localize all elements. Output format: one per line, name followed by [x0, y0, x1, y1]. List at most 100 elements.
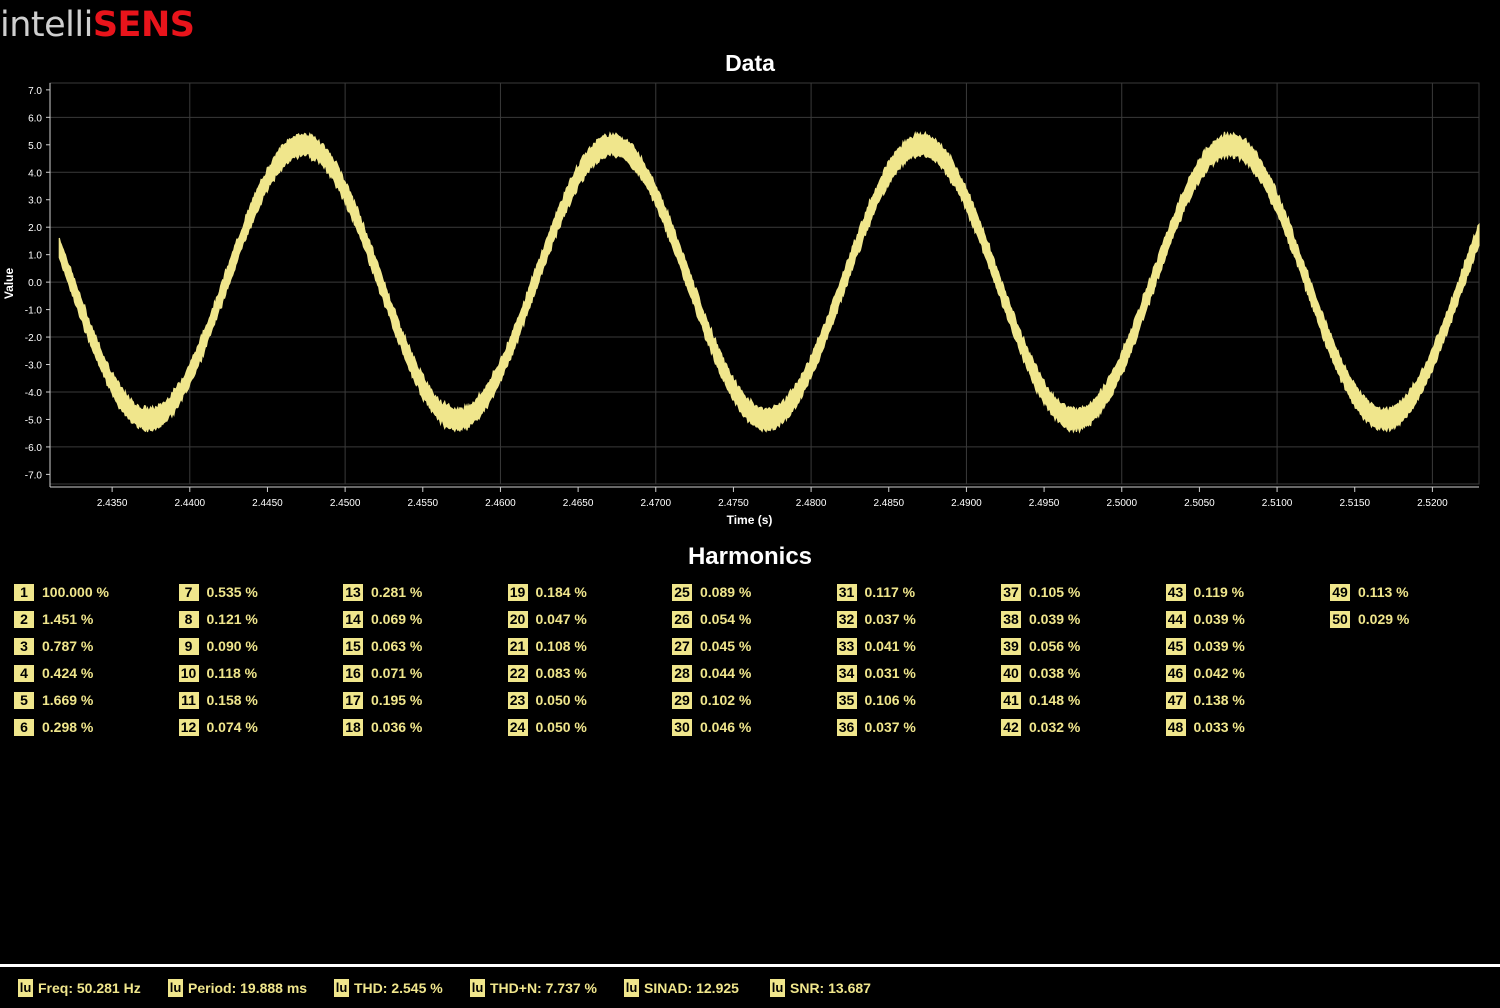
harmonic-value: 0.037 %: [864, 719, 916, 735]
harmonic-item: 19 0.184 %: [507, 582, 587, 602]
harmonic-item: 8 0.121 %: [178, 609, 258, 629]
harmonic-item: 38 0.039 %: [1001, 609, 1080, 629]
harmonic-value: 0.074 %: [206, 719, 258, 735]
measurement-icon: lu: [770, 979, 785, 997]
harmonic-value: 0.113 %: [1358, 584, 1409, 600]
harmonic-item: 23 0.050 %: [507, 690, 587, 710]
harmonic-number-badge: 38: [1001, 610, 1021, 628]
measurement-icon: lu: [470, 979, 485, 997]
harmonic-item: 29 0.102 %: [672, 690, 751, 710]
y-tick-label: -2.0: [25, 333, 43, 344]
harmonic-number-badge: 34: [836, 664, 857, 682]
harmonic-item: 48 0.033 %: [1165, 717, 1245, 737]
status-value: THD+N: 7.737 %: [490, 980, 597, 996]
measurement-icon: lu: [334, 979, 349, 997]
harmonic-number-badge: 13: [343, 583, 363, 601]
harmonic-number-badge: 46: [1165, 664, 1186, 682]
harmonic-value: 0.195 %: [371, 692, 423, 708]
harmonic-item: 35 0.106 %: [836, 690, 916, 710]
harmonic-number-badge: 9: [178, 637, 199, 655]
harmonic-number-badge: 33: [836, 637, 857, 655]
logo-part2: SENS: [92, 5, 195, 45]
harmonic-value: 0.032 %: [1029, 719, 1081, 735]
status-item: lu Period: 19.888 ms: [168, 978, 307, 998]
status-item: lu Freq: 50.281 Hz: [18, 978, 141, 998]
harmonic-value: 100.000 %: [42, 584, 109, 600]
logo-part1: intelli: [0, 5, 93, 45]
y-tick-label: 2.0: [28, 223, 42, 234]
harmonic-item: 18 0.036 %: [343, 717, 422, 737]
x-tick-label: 2.4850: [873, 498, 904, 509]
harmonic-item: 16 0.071 %: [343, 663, 422, 683]
x-tick-label: 2.5200: [1417, 498, 1448, 509]
harmonic-value: 0.045 %: [700, 638, 752, 654]
harmonic-item: 9 0.090 %: [178, 636, 258, 656]
harmonic-value: 0.108 %: [535, 638, 587, 654]
harmonic-value: 1.669 %: [42, 692, 94, 708]
y-tick-label: 4.0: [28, 168, 42, 179]
measurement-icon: lu: [624, 979, 639, 997]
harmonic-number-badge: 47: [1165, 691, 1186, 709]
harmonic-number-badge: 31: [836, 583, 857, 601]
harmonic-value: 0.033 %: [1193, 719, 1245, 735]
harmonic-item: 17 0.195 %: [343, 690, 422, 710]
harmonic-item: 7 0.535 %: [178, 582, 258, 602]
harmonic-value: 0.158 %: [206, 692, 258, 708]
harmonic-number-badge: 40: [1001, 664, 1021, 682]
harmonic-item: 12 0.074 %: [178, 717, 258, 737]
harmonic-value: 0.424 %: [42, 665, 94, 681]
x-tick-label: 2.4500: [330, 498, 361, 509]
harmonic-item: 37 0.105 %: [1001, 582, 1080, 602]
harmonic-item: 50 0.029 %: [1330, 609, 1409, 629]
harmonic-number-badge: 41: [1001, 691, 1021, 709]
harmonic-item: 34 0.031 %: [836, 663, 916, 683]
harmonic-number-badge: 1: [14, 583, 34, 601]
harmonic-value: 0.039 %: [1193, 611, 1245, 627]
harmonic-number-badge: 35: [836, 691, 857, 709]
harmonic-number-badge: 23: [507, 691, 528, 709]
harmonic-item: 49 0.113 %: [1330, 582, 1409, 602]
harmonic-item: 44 0.039 %: [1165, 609, 1245, 629]
harmonic-value: 0.046 %: [700, 719, 752, 735]
x-tick-label: 2.4400: [174, 498, 205, 509]
harmonic-value: 0.056 %: [1029, 638, 1081, 654]
harmonic-number-badge: 11: [178, 691, 199, 709]
y-tick-label: -4.0: [25, 388, 43, 399]
harmonic-item: 15 0.063 %: [343, 636, 422, 656]
harmonic-value: 0.121 %: [206, 611, 258, 627]
harmonic-item: 25 0.089 %: [672, 582, 751, 602]
x-tick-label: 2.4900: [951, 498, 982, 509]
harmonic-number-badge: 32: [836, 610, 857, 628]
harmonic-value: 0.031 %: [864, 665, 916, 681]
y-tick-label: 0.0: [28, 278, 42, 289]
x-tick-label: 2.4450: [252, 498, 283, 509]
harmonic-value: 0.039 %: [1193, 638, 1245, 654]
status-value: Freq: 50.281 Hz: [38, 980, 141, 996]
logo: intelliSENS: [0, 3, 195, 47]
x-tick-label: 2.4750: [718, 498, 749, 509]
y-tick-label: -6.0: [25, 443, 43, 454]
harmonic-number-badge: 7: [178, 583, 199, 601]
harmonic-item: 41 0.148 %: [1001, 690, 1080, 710]
harmonic-value: 0.184 %: [535, 584, 587, 600]
harmonic-item: 21 0.108 %: [507, 636, 587, 656]
harmonic-item: 45 0.039 %: [1165, 636, 1245, 656]
x-tick-label: 2.4350: [97, 498, 128, 509]
harmonic-number-badge: 4: [14, 664, 34, 682]
harmonic-number-badge: 6: [14, 718, 34, 736]
x-tick-label: 2.4550: [407, 498, 438, 509]
harmonic-number-badge: 20: [507, 610, 528, 628]
x-tick-label: 2.4800: [796, 498, 827, 509]
harmonic-item: 10 0.118 %: [178, 663, 258, 683]
harmonic-value: 0.118 %: [206, 665, 258, 681]
y-tick-label: -3.0: [25, 361, 43, 372]
status-value: SNR: 13.687: [790, 980, 871, 996]
harmonic-number-badge: 42: [1001, 718, 1021, 736]
harmonic-value: 0.029 %: [1358, 611, 1410, 627]
harmonic-item: 4 0.424 %: [14, 663, 93, 683]
harmonic-value: 0.298 %: [42, 719, 94, 735]
harmonic-value: 0.050 %: [535, 719, 587, 735]
harmonic-value: 0.102 %: [700, 692, 752, 708]
harmonic-item: 43 0.119 %: [1165, 582, 1244, 602]
status-item: lu SNR: 13.687: [770, 978, 871, 998]
